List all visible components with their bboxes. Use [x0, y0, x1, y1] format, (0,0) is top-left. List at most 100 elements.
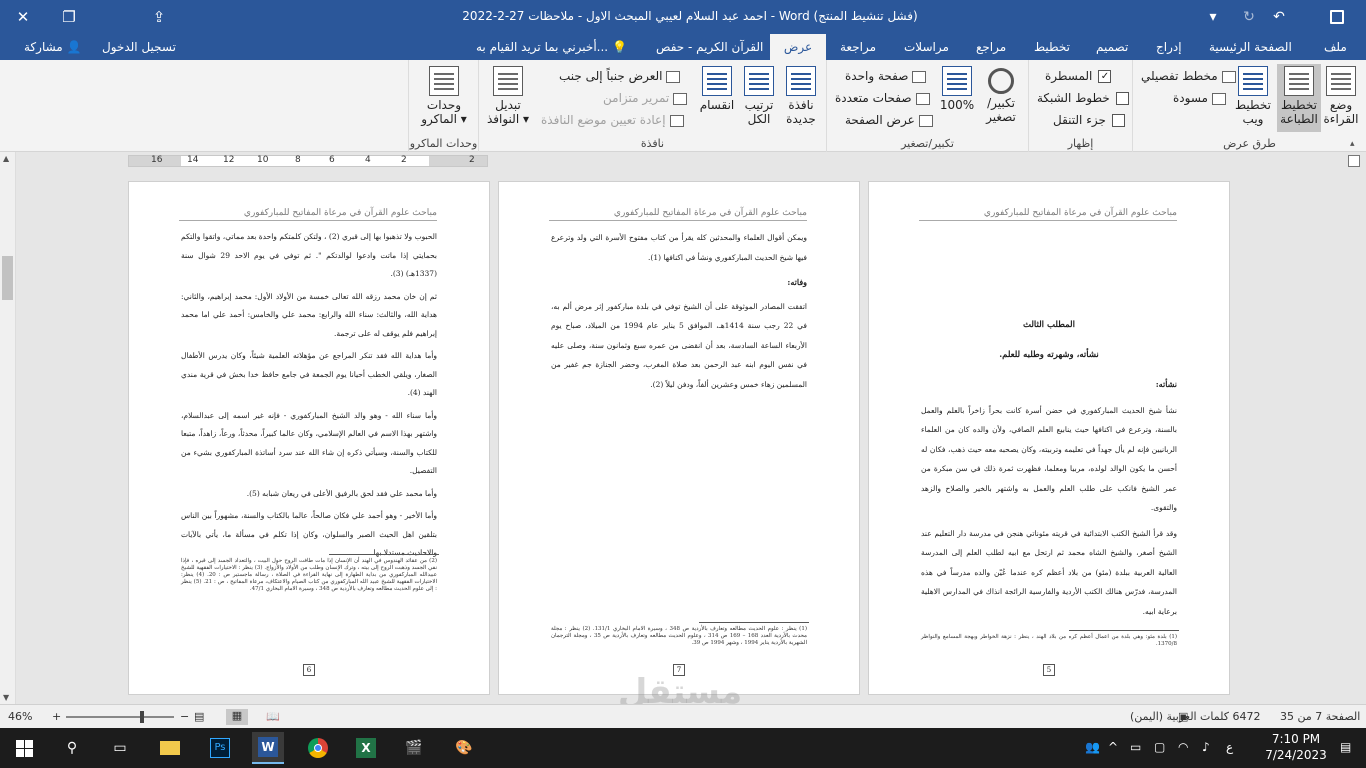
gridlines-checkbox[interactable]: خطوط الشبكة [1037, 88, 1129, 108]
multiple-pages-button[interactable]: صفحات متعددة [835, 88, 930, 108]
zoom-button[interactable]: تكبير/ تصغير [979, 64, 1023, 132]
wifi-icon[interactable]: ◠ [1178, 740, 1188, 754]
draft-button[interactable]: مسودة [1173, 88, 1226, 108]
clock-date[interactable]: 7/24/2023 [1264, 748, 1328, 762]
web-layout-view-icon[interactable]: ▤ [194, 710, 204, 723]
restore-window-button[interactable]: ❐ [46, 0, 92, 34]
task-view-icon[interactable]: ▭ [104, 732, 136, 764]
clock-time[interactable]: 7:10 PM [1264, 732, 1328, 746]
draft-label: مسودة [1173, 91, 1208, 105]
outline-button[interactable]: مخطط تفصيلي [1141, 66, 1236, 86]
reset-position-button[interactable]: إعادة تعيين موضع النافذة [541, 110, 684, 130]
video-editor-icon[interactable]: 🎬 [398, 732, 430, 764]
tab-review[interactable]: مراجعة [836, 34, 880, 60]
ruler-toggle-button[interactable] [1348, 155, 1360, 167]
tab-mailings[interactable]: مراسلات [900, 34, 953, 60]
read-mode-button[interactable]: وضع القراءة [1319, 64, 1363, 132]
document-area[interactable]: مباحث علوم القرآن في مرعاة المفاتيح للمب… [16, 170, 1350, 704]
windows-start-icon[interactable] [8, 732, 40, 764]
tab-insert[interactable]: إدراج [1152, 34, 1186, 60]
zoom-slider[interactable] [66, 711, 174, 723]
web-layout-icon [1238, 66, 1268, 96]
page[interactable]: مباحث علوم القرآن في مرعاة المفاتيح للمب… [868, 181, 1230, 695]
group-zoom-label: تكبير/تصغير [901, 137, 954, 150]
redo-button[interactable]: ↻ [1236, 4, 1262, 30]
tab-quran[interactable]: القرآن الكريم - حفص [652, 34, 767, 60]
macros-button[interactable]: وحدات الماكرو ▾ [417, 64, 471, 132]
ruler-tick: 16 [151, 155, 163, 165]
tab-view[interactable]: عرض [770, 34, 826, 60]
restore-icon: ❐ [62, 8, 76, 26]
page-count[interactable]: الصفحة 7 من 35 [1280, 710, 1360, 723]
tab-layout[interactable]: تخطيط [1030, 34, 1074, 60]
nav-pane-label: جزء التنقل [1053, 113, 1106, 127]
word-count[interactable]: 6472 كلمات [1200, 710, 1260, 723]
collapse-ribbon-button[interactable]: ▴ [1350, 139, 1355, 149]
page-header: مباحث علوم القرآن في مرعاة المفاتيح للمب… [179, 208, 437, 221]
section-heading: المطلب الثالث [1022, 320, 1075, 330]
ribbon-display-options-button[interactable]: ⇪ [136, 0, 182, 34]
side-by-side-button[interactable]: العرض جنباً إلى جنب [559, 66, 681, 86]
customize-qat-button[interactable]: ▾ [1200, 4, 1226, 30]
split-button[interactable]: انقسام [695, 64, 739, 132]
switch-windows-button[interactable]: تبديل النوافذ ▾ [483, 64, 533, 132]
page[interactable]: مباحث علوم القرآن في مرعاة المفاتيح للمب… [498, 181, 860, 695]
tab-references[interactable]: مراجع [972, 34, 1010, 60]
vertical-scrollbar[interactable]: ▲ ▼ [0, 152, 16, 704]
sync-scroll-button[interactable]: تمرير متزامن [603, 88, 688, 108]
draft-icon [1211, 92, 1226, 105]
tab-home[interactable]: الصفحة الرئيسية [1205, 34, 1296, 60]
read-mode-view-icon[interactable]: 📖 [266, 710, 280, 723]
zoom-percent[interactable]: 46% [8, 710, 32, 723]
tell-me-search[interactable]: أخبرني بما تريد القيام به... 💡 [476, 34, 627, 60]
group-window-label: نافذة [640, 137, 665, 150]
page-width-button[interactable]: عرض الصفحة [845, 110, 933, 130]
ribbon-display-icon: ⇪ [152, 8, 166, 26]
print-layout-label: تخطيط الطباعة [1280, 98, 1318, 126]
volume-icon[interactable]: ♪ [1202, 740, 1210, 754]
word-icon[interactable]: W [252, 732, 284, 764]
search-icon[interactable]: ⚲ [56, 732, 88, 764]
file-explorer-icon[interactable] [154, 732, 186, 764]
people-icon[interactable]: 👥 [1085, 740, 1100, 754]
accessibility-icon[interactable]: ▣ [1178, 710, 1188, 723]
zoom-slider-knob[interactable] [140, 711, 144, 723]
save-icon [1330, 10, 1344, 24]
page[interactable]: مباحث علوم القرآن في مرعاة المفاتيح للمب… [128, 181, 490, 695]
new-window-button[interactable]: نافذة جديدة [779, 64, 823, 132]
scroll-thumb[interactable] [2, 256, 13, 300]
close-window-button[interactable]: ✕ [0, 0, 46, 34]
notification-icon[interactable]: ▢ [1154, 740, 1165, 754]
battery-icon[interactable]: ▭ [1130, 740, 1141, 754]
undo-button[interactable]: ↶ [1266, 4, 1292, 30]
sign-in-link[interactable]: تسجيل الدخول [98, 34, 180, 60]
scroll-down-icon[interactable]: ▼ [3, 693, 9, 702]
chrome-icon[interactable] [302, 732, 334, 764]
horizontal-ruler[interactable]: 2 2 4 6 8 10 12 14 16 [128, 155, 488, 167]
excel-icon[interactable]: X [350, 732, 382, 764]
ruler-checkbox[interactable]: ✓ المسطرة [1045, 66, 1112, 86]
zoom-100-button[interactable]: 100% [935, 64, 979, 132]
one-page-button[interactable]: صفحة واحدة [845, 66, 927, 86]
zoom-out-icon[interactable]: − [180, 710, 189, 723]
save-button[interactable] [1324, 4, 1350, 30]
web-layout-button[interactable]: تخطيط ويب [1231, 64, 1275, 132]
photoshop-icon[interactable]: Ps [204, 732, 236, 764]
zoom-in-icon[interactable]: + [52, 710, 61, 723]
group-macros-label: وحدات الماكرو [409, 137, 478, 150]
arrange-all-button[interactable]: ترتيب الكل [737, 64, 781, 132]
nav-pane-checkbox[interactable]: جزء التنقل [1053, 110, 1125, 130]
print-layout-button[interactable]: تخطيط الطباعة [1277, 64, 1321, 132]
scroll-up-icon[interactable]: ▲ [3, 154, 9, 163]
input-language[interactable]: ع [1226, 740, 1233, 754]
tab-design[interactable]: تصميم [1092, 34, 1132, 60]
undo-icon: ↶ [1273, 9, 1285, 25]
paint-icon[interactable]: 🎨 [448, 732, 480, 764]
print-layout-view-icon[interactable]: ▦ [226, 709, 248, 725]
action-center-icon[interactable]: ▤ [1340, 740, 1351, 754]
chevron-up-icon[interactable]: ^ [1108, 740, 1118, 754]
tab-file[interactable]: ملف [1320, 34, 1351, 60]
share-button[interactable]: مشاركة 👤 [20, 34, 86, 60]
redo-icon: ↻ [1243, 9, 1255, 25]
reset-position-icon [669, 114, 684, 127]
